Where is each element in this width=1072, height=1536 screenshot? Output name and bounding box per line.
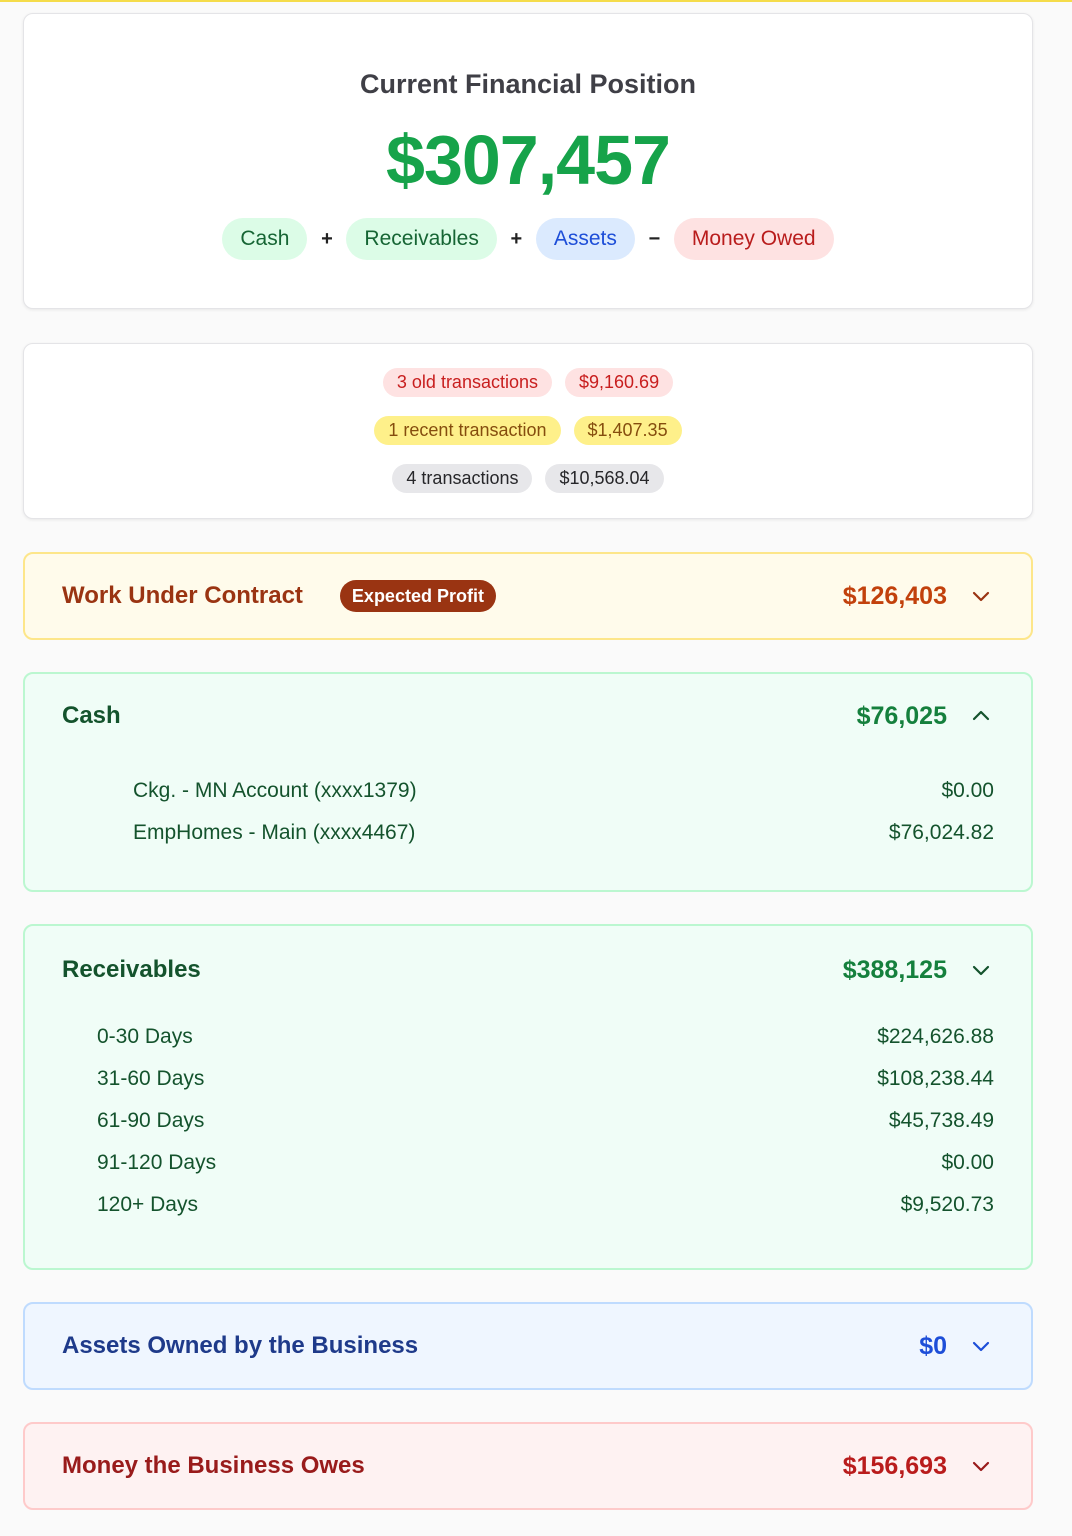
bucket-amount: $224,626.88 <box>877 1025 994 1048</box>
bucket-name: 31-60 Days <box>97 1067 205 1090</box>
formula-plus-operator: + <box>321 227 333 250</box>
cash-header[interactable]: Cash $76,025 <box>62 696 993 736</box>
receivables-bucket-row: 91-120 Days $0.00 <box>97 1148 994 1178</box>
cash-title: Cash <box>62 702 121 729</box>
receivables-amount: $388,125 <box>842 955 947 984</box>
position-formula: Cash + Receivables + Assets − Money Owed <box>24 218 1032 260</box>
bucket-amount: $0.00 <box>941 1151 994 1174</box>
work-under-contract-section[interactable]: Work Under Contract Expected Profit $126… <box>23 552 1033 640</box>
expected-profit-badge: Expected Profit <box>339 580 496 612</box>
uncategorized-transactions-card: 3 old transactions $9,160.69 1 recent tr… <box>23 343 1033 519</box>
recent-transactions-count[interactable]: 1 recent transaction <box>374 416 561 445</box>
account-amount: $76,024.82 <box>888 821 994 844</box>
bucket-name: 61-90 Days <box>97 1109 205 1132</box>
money-owed-amount: $156,693 <box>842 1451 947 1480</box>
position-title: Current Financial Position <box>359 69 697 99</box>
money-owed-section[interactable]: Money the Business Owes $156,693 <box>23 1422 1033 1510</box>
account-name: Ckg. - MN Account (xxxx1379) <box>133 779 417 802</box>
cash-account-row: Ckg. - MN Account (xxxx1379) $0.00 <box>133 776 994 806</box>
formula-plus-operator: + <box>510 227 523 250</box>
formula-receivables-chip[interactable]: Receivables <box>346 218 497 260</box>
money-owed-header[interactable]: Money the Business Owes $156,693 <box>62 1446 993 1486</box>
assets-title: Assets Owned by the Business <box>62 1332 419 1359</box>
cash-amount: $76,025 <box>856 701 947 730</box>
receivables-bucket-row: 120+ Days $9,520.73 <box>97 1190 994 1220</box>
receivables-section[interactable]: Receivables $388,125 0-30 Days $224,626.… <box>23 924 1033 1270</box>
receivables-bucket-row: 61-90 Days $45,738.49 <box>97 1106 994 1136</box>
receivables-title: Receivables <box>62 956 201 983</box>
chevron-up-icon[interactable] <box>969 704 993 728</box>
bucket-amount: $45,738.49 <box>888 1109 994 1132</box>
formula-assets-chip[interactable]: Assets <box>535 218 635 260</box>
bucket-name: 91-120 Days <box>97 1151 217 1174</box>
work-under-contract-amount: $126,403 <box>842 581 947 610</box>
top-accent-line <box>0 0 1072 2</box>
old-transactions-amount: $9,160.69 <box>565 368 674 397</box>
work-under-contract-title: Work Under Contract <box>62 582 303 609</box>
chevron-down-icon[interactable] <box>969 584 993 608</box>
receivables-bucket-row: 31-60 Days $108,238.44 <box>97 1064 994 1094</box>
chevron-down-icon[interactable] <box>969 958 993 982</box>
money-owed-title: Money the Business Owes <box>62 1452 365 1479</box>
chevron-down-icon[interactable] <box>969 1454 993 1478</box>
bucket-name: 0-30 Days <box>97 1025 193 1048</box>
bucket-name: 120+ Days <box>97 1193 198 1216</box>
assets-header[interactable]: Assets Owned by the Business $0 <box>62 1326 993 1366</box>
receivables-bucket-row: 0-30 Days $224,626.88 <box>97 1022 994 1052</box>
old-transactions-row[interactable]: 3 old transactions $9,160.69 <box>24 368 1032 397</box>
recent-transactions-row[interactable]: 1 recent transaction $1,407.35 <box>24 416 1032 445</box>
total-transactions-count[interactable]: 4 transactions <box>392 464 533 493</box>
financial-position-card: Current Financial Position $307,457 Cash… <box>23 13 1033 309</box>
old-transactions-count[interactable]: 3 old transactions <box>382 368 552 397</box>
formula-money-owed-chip[interactable]: Money Owed <box>673 218 834 260</box>
position-total: $307,457 <box>386 121 671 199</box>
assets-section[interactable]: Assets Owned by the Business $0 <box>23 1302 1033 1390</box>
total-transactions-row[interactable]: 4 transactions $10,568.04 <box>24 464 1032 493</box>
formula-cash-chip[interactable]: Cash <box>222 218 308 260</box>
assets-amount: $0 <box>919 1331 947 1360</box>
cash-section[interactable]: Cash $76,025 Ckg. - MN Account (xxxx1379… <box>23 672 1033 892</box>
chevron-down-icon[interactable] <box>969 1334 993 1358</box>
bucket-amount: $9,520.73 <box>900 1193 994 1216</box>
account-name: EmpHomes - Main (xxxx4467) <box>133 821 416 844</box>
cash-account-row: EmpHomes - Main (xxxx4467) $76,024.82 <box>133 818 994 848</box>
formula-minus-operator: − <box>648 227 661 250</box>
account-amount: $0.00 <box>941 779 994 802</box>
receivables-header[interactable]: Receivables $388,125 <box>62 950 993 990</box>
recent-transactions-amount: $1,407.35 <box>573 416 682 445</box>
total-transactions-amount: $10,568.04 <box>545 464 664 493</box>
bucket-amount: $108,238.44 <box>877 1067 994 1090</box>
work-under-contract-header[interactable]: Work Under Contract Expected Profit $126… <box>62 576 993 616</box>
